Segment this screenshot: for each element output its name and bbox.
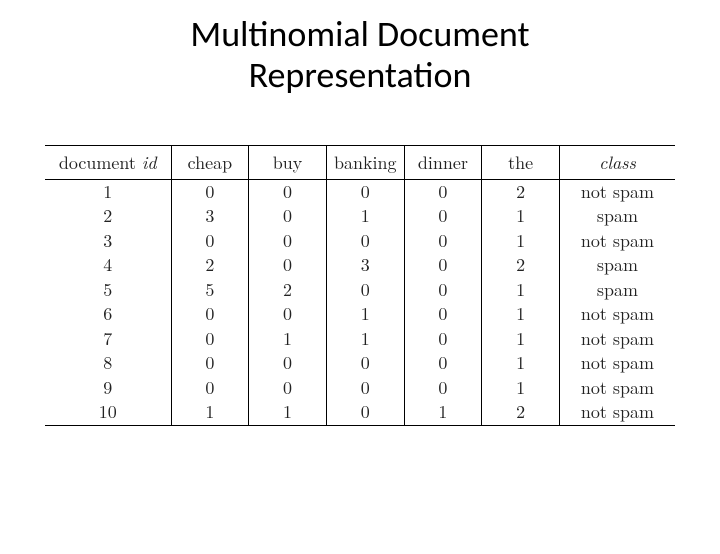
document-table: document id cheap buy banking dinner the… — [45, 145, 675, 426]
cell-dinner: 0 — [404, 302, 482, 327]
table-row: 900001not spam — [45, 376, 675, 401]
cell-banking: 0 — [326, 229, 404, 254]
table-row: 552001spam — [45, 278, 675, 303]
cell-buy: 0 — [249, 351, 327, 376]
cell-buy: 0 — [249, 253, 327, 278]
cell-class: spam — [559, 204, 675, 229]
cell-class: not spam — [559, 400, 675, 425]
table-row: 300001not spam — [45, 229, 675, 254]
cell-banking: 1 — [326, 204, 404, 229]
cell-cheap: 0 — [171, 376, 249, 401]
cell-cheap: 2 — [171, 253, 249, 278]
cell-buy: 0 — [249, 376, 327, 401]
cell-the: 1 — [482, 327, 560, 352]
cell-buy: 0 — [249, 302, 327, 327]
cell-the: 2 — [482, 179, 560, 204]
table-header-row: document id cheap buy banking dinner the… — [45, 145, 675, 179]
cell-banking: 0 — [326, 278, 404, 303]
cell-the: 1 — [482, 278, 560, 303]
cell-dinner: 0 — [404, 376, 482, 401]
title-line-2: Representation — [249, 53, 472, 97]
cell-the: 1 — [482, 204, 560, 229]
cell-dinner: 0 — [404, 327, 482, 352]
cell-class: not spam — [559, 327, 675, 352]
table-row: 420302spam — [45, 253, 675, 278]
cell-the: 2 — [482, 400, 560, 425]
table-row: 1011012not spam — [45, 400, 675, 425]
cell-id: 10 — [45, 400, 171, 425]
cell-cheap: 0 — [171, 229, 249, 254]
cell-class: not spam — [559, 376, 675, 401]
header-banking: banking — [326, 145, 404, 179]
cell-class: not spam — [559, 302, 675, 327]
header-buy: buy — [249, 145, 327, 179]
cell-class: not spam — [559, 179, 675, 204]
cell-cheap: 0 — [171, 351, 249, 376]
cell-class: spam — [559, 278, 675, 303]
table-row: 600101not spam — [45, 302, 675, 327]
header-class: class — [559, 145, 675, 179]
cell-id: 1 — [45, 179, 171, 204]
cell-dinner: 0 — [404, 278, 482, 303]
cell-class: not spam — [559, 229, 675, 254]
cell-banking: 0 — [326, 376, 404, 401]
cell-id: 3 — [45, 229, 171, 254]
cell-cheap: 1 — [171, 400, 249, 425]
table-row: 230101spam — [45, 204, 675, 229]
cell-banking: 0 — [326, 400, 404, 425]
cell-id: 7 — [45, 327, 171, 352]
cell-banking: 0 — [326, 351, 404, 376]
cell-buy: 0 — [249, 204, 327, 229]
cell-banking: 3 — [326, 253, 404, 278]
title-line-1: Multinomial Document — [190, 12, 529, 56]
cell-the: 1 — [482, 302, 560, 327]
cell-buy: 0 — [249, 229, 327, 254]
header-the: the — [482, 145, 560, 179]
header-id: document id — [45, 145, 171, 179]
cell-id: 5 — [45, 278, 171, 303]
cell-dinner: 0 — [404, 229, 482, 254]
cell-id: 9 — [45, 376, 171, 401]
cell-banking: 0 — [326, 179, 404, 204]
cell-cheap: 0 — [171, 302, 249, 327]
cell-buy: 2 — [249, 278, 327, 303]
cell-dinner: 0 — [404, 179, 482, 204]
table-body: 100002not spam230101spam300001not spam42… — [45, 179, 675, 425]
cell-dinner: 1 — [404, 400, 482, 425]
cell-buy: 0 — [249, 179, 327, 204]
cell-class: spam — [559, 253, 675, 278]
cell-banking: 1 — [326, 302, 404, 327]
cell-class: not spam — [559, 351, 675, 376]
cell-id: 4 — [45, 253, 171, 278]
cell-cheap: 3 — [171, 204, 249, 229]
table-row: 701101not spam — [45, 327, 675, 352]
cell-dinner: 0 — [404, 253, 482, 278]
cell-dinner: 0 — [404, 351, 482, 376]
cell-buy: 1 — [249, 327, 327, 352]
cell-the: 1 — [482, 376, 560, 401]
cell-the: 1 — [482, 351, 560, 376]
cell-buy: 1 — [249, 400, 327, 425]
slide-title: Multinomial Document Representation — [0, 14, 720, 97]
cell-banking: 1 — [326, 327, 404, 352]
header-cheap: cheap — [171, 145, 249, 179]
cell-id: 6 — [45, 302, 171, 327]
header-id-doc: document — [59, 150, 142, 175]
cell-cheap: 0 — [171, 179, 249, 204]
table-row: 100002not spam — [45, 179, 675, 204]
cell-id: 8 — [45, 351, 171, 376]
cell-the: 2 — [482, 253, 560, 278]
cell-the: 1 — [482, 229, 560, 254]
cell-id: 2 — [45, 204, 171, 229]
header-dinner: dinner — [404, 145, 482, 179]
header-id-id: id — [142, 150, 157, 175]
cell-dinner: 0 — [404, 204, 482, 229]
cell-cheap: 5 — [171, 278, 249, 303]
table-row: 800001not spam — [45, 351, 675, 376]
cell-cheap: 0 — [171, 327, 249, 352]
data-table-wrap: document id cheap buy banking dinner the… — [45, 145, 675, 426]
